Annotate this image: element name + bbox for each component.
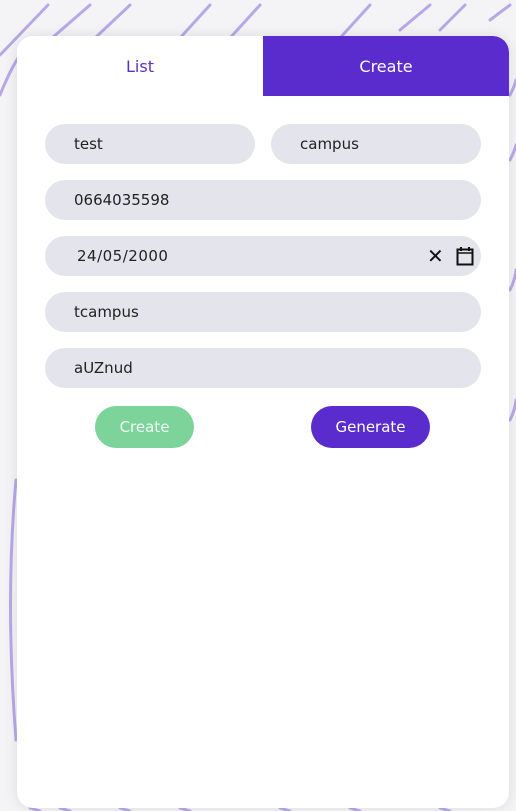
first-name-field[interactable]: [45, 124, 255, 164]
username-field[interactable]: [45, 292, 481, 332]
last-name-field[interactable]: [271, 124, 481, 164]
create-user-card: List Create 24/05/2000 ✕ Create Generate: [17, 36, 509, 808]
phone-input[interactable]: [74, 191, 481, 209]
password-input[interactable]: [74, 359, 481, 377]
phone-field[interactable]: [45, 180, 481, 220]
generate-button[interactable]: Generate: [311, 406, 430, 448]
first-name-input[interactable]: [74, 135, 255, 153]
tab-list[interactable]: List: [17, 36, 263, 96]
close-icon[interactable]: ✕: [427, 246, 444, 266]
birth-date-value[interactable]: 24/05/2000: [77, 247, 481, 265]
tab-create[interactable]: Create: [263, 36, 509, 96]
username-input[interactable]: [74, 303, 481, 321]
create-button[interactable]: Create: [95, 406, 194, 448]
calendar-icon[interactable]: [456, 246, 474, 266]
password-field[interactable]: [45, 348, 481, 388]
last-name-input[interactable]: [300, 135, 481, 153]
birth-date-field[interactable]: 24/05/2000 ✕: [45, 236, 481, 276]
tab-bar: List Create: [17, 36, 509, 96]
